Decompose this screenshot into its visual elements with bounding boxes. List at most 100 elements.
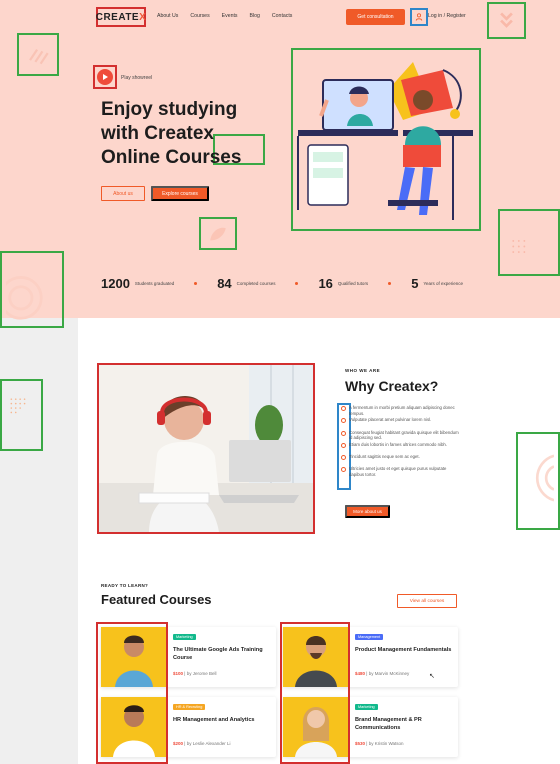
logo-accent: X bbox=[139, 11, 147, 23]
person-icon bbox=[415, 13, 423, 21]
play-button[interactable] bbox=[93, 65, 117, 89]
featured-kicker: READY TO LEARN? bbox=[101, 583, 149, 588]
logo-text: CREATE bbox=[95, 11, 140, 23]
course-price: $100 bbox=[173, 671, 184, 676]
list-item: Vulputate placerat amet pulvinar lorem n… bbox=[341, 417, 461, 429]
stat-label: Students graduated bbox=[134, 281, 175, 286]
list-item-text: Vulputate placerat amet pulvinar lorem n… bbox=[349, 417, 432, 423]
stat-number: 16 bbox=[318, 276, 333, 291]
course-meta: $100 | by Jerome Bell bbox=[173, 671, 216, 676]
stat-separator bbox=[194, 282, 198, 285]
nav-blog[interactable]: Blog bbox=[250, 13, 260, 19]
page: CREATE X About Us Courses Events Blog Con… bbox=[0, 0, 560, 764]
why-photo bbox=[97, 363, 315, 534]
why-kicker: WHO WE ARE bbox=[345, 368, 381, 373]
dots-icon bbox=[10, 398, 26, 414]
course-tag: Marketing bbox=[355, 704, 378, 710]
list-item: Consequat feugiat habitant gravida quisq… bbox=[341, 430, 461, 442]
list-item: Ultricies amet justo et eget quisque pur… bbox=[341, 466, 461, 478]
check-icon bbox=[341, 406, 346, 411]
course-price: $480 bbox=[355, 671, 366, 676]
hero-illustration bbox=[291, 48, 481, 231]
course-meta: $200 | by Leslie Alexander Li bbox=[173, 741, 230, 746]
studying-illustration bbox=[297, 62, 473, 220]
course-title: The Ultimate Google Ads Training Course bbox=[173, 647, 263, 661]
course-tag: HR & Recruting bbox=[173, 704, 206, 710]
nav-contacts[interactable]: Contacts bbox=[272, 13, 292, 19]
course-price: $530 bbox=[355, 741, 366, 746]
login-register-link[interactable]: Log in / Register bbox=[428, 13, 466, 19]
rings-icon bbox=[6, 276, 43, 320]
stat-item: 16 Qualified tutors bbox=[318, 276, 368, 291]
course-meta: $480 | by Marvin McKinney bbox=[355, 671, 409, 676]
list-item: Tincidunt sagittis neque sem ac eget. bbox=[341, 454, 461, 466]
nav-events[interactable]: Events bbox=[222, 13, 238, 19]
thumbnail-frame-left bbox=[96, 622, 168, 764]
check-icon bbox=[341, 467, 346, 473]
stat-separator bbox=[388, 282, 392, 285]
view-all-courses-button[interactable]: View all courses bbox=[397, 594, 457, 608]
list-item: Etiam duis lobortis in fames ultrices co… bbox=[341, 442, 461, 454]
course-title: HR Management and Analytics bbox=[173, 717, 255, 723]
stat-item: 84 Completed courses bbox=[217, 276, 275, 291]
hero-title-line: with Createx bbox=[101, 123, 214, 144]
list-item-text: Tincidunt sagittis neque sem ac eget. bbox=[349, 454, 420, 460]
list-item-text: A fermentum in morbi pretium aliquam adi… bbox=[349, 405, 455, 416]
course-author: | by Marvin McKinney bbox=[366, 671, 410, 676]
check-icon bbox=[341, 418, 346, 424]
why-checklist: A fermentum in morbi pretium aliquam adi… bbox=[341, 405, 461, 479]
stat-label: Qualified tutors bbox=[337, 281, 369, 286]
student-laptop-photo bbox=[99, 365, 313, 532]
hero-title-line: Enjoy studying bbox=[101, 99, 238, 120]
explore-courses-button[interactable]: Explore courses bbox=[151, 186, 209, 201]
stat-label: Years of experience bbox=[423, 281, 464, 286]
stat-number: 5 bbox=[411, 276, 419, 291]
course-meta: $530 | by Kristin Watson bbox=[355, 741, 404, 746]
user-icon[interactable] bbox=[410, 8, 428, 26]
leaf-icon bbox=[210, 227, 226, 241]
course-title: Product Management Fundamentals bbox=[355, 647, 452, 653]
stat-label: Completed courses bbox=[236, 281, 276, 286]
arcs-icon bbox=[535, 454, 554, 502]
consultation-button[interactable]: Get consultation bbox=[346, 9, 405, 25]
course-tag: Marketing bbox=[173, 634, 196, 640]
course-title: Brand Management & PR Communications bbox=[355, 717, 422, 731]
hero-title: Enjoy studying with Createx Online Cours… bbox=[101, 98, 281, 170]
deco-chevrons bbox=[487, 2, 526, 39]
list-item: A fermentum in morbi pretium aliquam adi… bbox=[341, 405, 461, 417]
more-about-us-button[interactable]: More about us bbox=[345, 505, 390, 518]
main-nav: About Us Courses Events Blog Contacts bbox=[157, 13, 292, 19]
slashes-icon bbox=[29, 48, 49, 65]
check-icon bbox=[341, 442, 346, 448]
why-title: Why Createx? bbox=[345, 378, 439, 394]
deco-dot-grid bbox=[498, 209, 560, 276]
dots-icon bbox=[512, 239, 526, 253]
stat-item: 1200 Students graduated bbox=[101, 276, 174, 291]
logo[interactable]: CREATE X bbox=[96, 7, 146, 27]
list-item-text: Consequat feugiat habitant gravida quisq… bbox=[349, 429, 459, 441]
thumbnail-frame-right bbox=[280, 622, 350, 764]
course-author: | by Jerome Bell bbox=[184, 671, 217, 676]
hero-title-line: Online Courses bbox=[101, 147, 242, 168]
course-tag: Management bbox=[355, 634, 384, 640]
course-author: | by Kristin Watson bbox=[366, 741, 404, 746]
stat-item: 5 Years of experience bbox=[411, 276, 463, 291]
deco-leaf bbox=[199, 217, 237, 250]
stat-separator bbox=[295, 282, 299, 285]
stat-number: 1200 bbox=[101, 276, 130, 291]
play-icon bbox=[97, 69, 113, 85]
featured-title: Featured Courses bbox=[101, 592, 212, 607]
nav-courses[interactable]: Courses bbox=[190, 13, 209, 19]
course-author: | by Leslie Alexander Li bbox=[184, 741, 231, 746]
list-item-text: Ultricies amet justo et eget quisque pur… bbox=[349, 466, 447, 477]
deco-arcs-right bbox=[516, 432, 560, 530]
course-price: $200 bbox=[173, 741, 184, 746]
check-icon bbox=[341, 455, 346, 461]
list-item-text: Etiam duis lobortis in fames ultrices co… bbox=[349, 441, 447, 447]
about-us-button[interactable]: About us bbox=[101, 186, 145, 201]
stats-bar: 1200 Students graduated 84 Completed cou… bbox=[101, 276, 463, 291]
nav-about[interactable]: About Us bbox=[157, 13, 178, 19]
check-icon bbox=[341, 430, 346, 436]
deco-slashes bbox=[17, 33, 59, 76]
deco-dots-left bbox=[0, 379, 43, 451]
